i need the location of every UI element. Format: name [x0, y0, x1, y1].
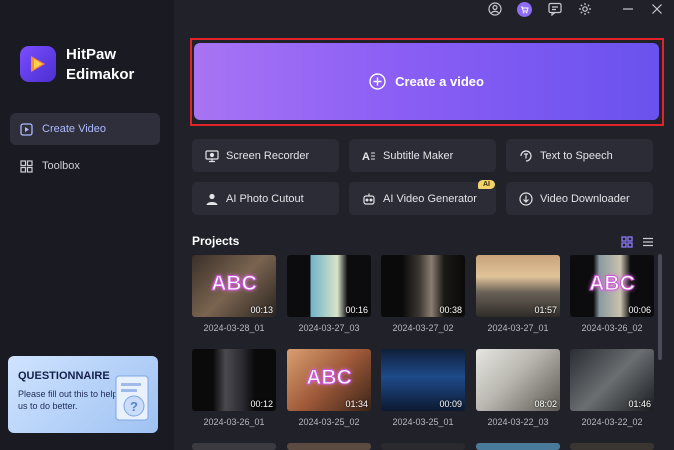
subtitle-maker-button[interactable]: A Subtitle Maker	[349, 139, 496, 172]
project-name: 2024-03-27_01	[487, 323, 549, 333]
thumbnail-overlay-text: ABC	[211, 272, 258, 296]
questionnaire-text: Please fill out this to help us to do be…	[18, 389, 118, 411]
project-duration: 01:57	[534, 305, 557, 315]
project-name: 2024-03-26_01	[203, 417, 265, 427]
text-to-speech-icon	[519, 149, 533, 163]
project-duration: 01:46	[628, 399, 651, 409]
project-duration: 00:12	[250, 399, 273, 409]
project-duration: 08:02	[534, 399, 557, 409]
project-name: 2024-03-27_03	[298, 323, 360, 333]
sidebar-item-toolbox[interactable]: Toolbox	[10, 150, 160, 182]
user-icon[interactable]	[487, 1, 503, 17]
project-card[interactable]: 00:38 2024-03-27_02	[381, 255, 465, 333]
project-duration: 00:16	[345, 305, 368, 315]
sidebar-item-label: Toolbox	[42, 160, 80, 172]
project-card[interactable]: ABC 00:06 2024-03-26_02	[570, 255, 654, 333]
project-thumbnail-partial[interactable]	[287, 443, 371, 450]
tool-label: AI Photo Cutout	[226, 192, 304, 205]
project-name: 2024-03-22_03	[487, 417, 549, 427]
tool-label: Text to Speech	[540, 149, 613, 162]
create-video-label: Create a video	[395, 74, 484, 89]
project-thumbnail-partial[interactable]	[192, 443, 276, 450]
project-duration: 01:34	[345, 399, 368, 409]
thumbnail-overlay-text: ABC	[306, 366, 353, 390]
project-duration: 00:38	[439, 305, 462, 315]
tool-label: Subtitle Maker	[383, 149, 454, 162]
close-icon[interactable]	[649, 1, 665, 17]
minimize-icon[interactable]	[620, 1, 636, 17]
projects-title: Projects	[192, 234, 240, 248]
project-thumbnail: 00:16	[287, 255, 371, 317]
questionnaire-title: QUESTIONNAIRE	[18, 370, 110, 382]
cart-icon[interactable]	[516, 1, 532, 17]
sidebar: HitPaw Edimakor Create Video Toolbox QUE…	[0, 0, 174, 450]
project-card[interactable]: 08:02 2024-03-22_03	[476, 349, 560, 427]
app-logo-icon	[20, 46, 56, 82]
project-name: 2024-03-28_01	[203, 323, 265, 333]
thumbnail-overlay-text: ABC	[589, 272, 636, 296]
app-name-line1: HitPaw	[66, 46, 117, 63]
list-view-icon[interactable]	[642, 236, 654, 248]
settings-icon[interactable]	[577, 1, 593, 17]
ai-photo-cutout-button[interactable]: AI Photo Cutout	[192, 182, 339, 215]
questionnaire-banner[interactable]: QUESTIONNAIRE Please fill out this to he…	[8, 356, 158, 433]
ai-generator-icon	[362, 192, 376, 206]
project-thumbnail: 01:46	[570, 349, 654, 411]
project-duration: 00:06	[628, 305, 651, 315]
svg-text:?: ?	[130, 399, 138, 414]
project-name: 2024-03-25_01	[392, 417, 454, 427]
grid-view-icon[interactable]	[621, 236, 633, 248]
projects-scrollbar[interactable]	[658, 254, 662, 360]
screen-recorder-icon	[205, 149, 219, 163]
project-name: 2024-03-22_02	[581, 417, 643, 427]
project-thumbnail: 08:02	[476, 349, 560, 411]
project-card[interactable]: ABC 01:34 2024-03-25_02	[287, 349, 371, 427]
project-thumbnail: 00:38	[381, 255, 465, 317]
photo-cutout-icon	[205, 192, 219, 206]
svg-text:A: A	[362, 151, 370, 163]
project-thumbnail-partial[interactable]	[381, 443, 465, 450]
questionnaire-document-icon: ?	[115, 375, 149, 421]
tool-label: Video Downloader	[540, 192, 630, 205]
project-name: 2024-03-27_02	[392, 323, 454, 333]
create-video-button[interactable]: Create a video	[194, 43, 659, 120]
tool-label: Screen Recorder	[226, 149, 310, 162]
app-name: HitPaw Edimakor	[66, 45, 134, 85]
project-duration: 00:13	[250, 305, 273, 315]
project-name: 2024-03-25_02	[298, 417, 360, 427]
subtitle-icon: A	[362, 149, 376, 163]
project-thumbnail: ABC 01:34	[287, 349, 371, 411]
app-name-line2: Edimakor	[66, 66, 135, 83]
project-thumbnail-partial[interactable]	[570, 443, 654, 450]
project-thumbnail-partial[interactable]	[476, 443, 560, 450]
project-card[interactable]: 00:16 2024-03-27_03	[287, 255, 371, 333]
message-icon[interactable]	[547, 1, 563, 17]
play-square-icon	[20, 122, 33, 136]
project-name: 2024-03-26_02	[581, 323, 643, 333]
project-thumbnail: ABC 00:06	[570, 255, 654, 317]
ai-video-generator-button[interactable]: AI Video Generator AI	[349, 180, 496, 215]
project-thumbnail: 00:09	[381, 349, 465, 411]
project-thumbnail: ABC 00:13	[192, 255, 276, 317]
project-card[interactable]: 00:12 2024-03-26_01	[192, 349, 276, 427]
grid-icon	[20, 159, 33, 173]
project-card[interactable]: 00:09 2024-03-25_01	[381, 349, 465, 427]
project-card[interactable]: 01:57 2024-03-27_01	[476, 255, 560, 333]
plus-circle-icon	[369, 73, 386, 90]
project-duration: 00:09	[439, 399, 462, 409]
video-downloader-button[interactable]: Video Downloader	[506, 182, 653, 215]
download-icon	[519, 191, 533, 206]
project-card[interactable]: ABC 00:13 2024-03-28_01	[192, 255, 276, 333]
ai-badge: AI	[478, 180, 495, 189]
project-card[interactable]: 01:46 2024-03-22_02	[570, 349, 654, 427]
sidebar-item-label: Create Video	[42, 123, 107, 135]
sidebar-item-create-video[interactable]: Create Video	[10, 113, 160, 145]
project-thumbnail: 00:12	[192, 349, 276, 411]
project-thumbnail: 01:57	[476, 255, 560, 317]
screen-recorder-button[interactable]: Screen Recorder	[192, 139, 339, 172]
tool-label: AI Video Generator	[383, 192, 477, 205]
text-to-speech-button[interactable]: Text to Speech	[506, 139, 653, 172]
